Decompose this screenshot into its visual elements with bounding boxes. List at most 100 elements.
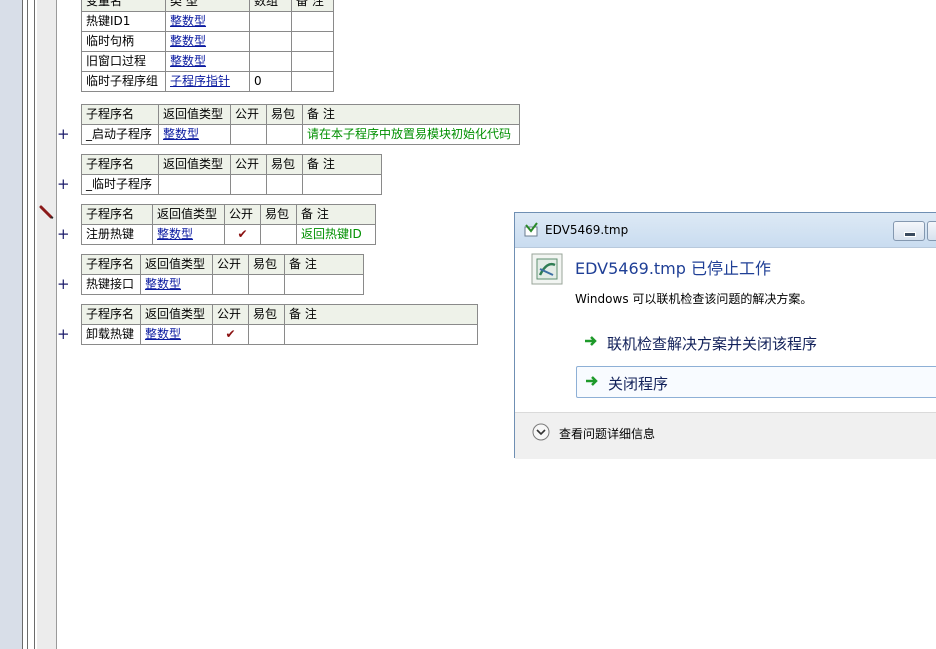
- table-row[interactable]: 临时子程序组 子程序指针 0: [81, 71, 334, 92]
- col-header: 子程序名: [81, 104, 159, 125]
- subroutine-table: 子程序名 返回值类型 公开 易包 备 注 卸载热键 整数型 ✔: [81, 304, 478, 345]
- col-header: 公开: [212, 304, 249, 325]
- sub-return-type[interactable]: 整数型: [158, 124, 231, 145]
- sub-epkg[interactable]: [266, 174, 303, 195]
- dialog-titlebar[interactable]: EDV5469.tmp: [515, 213, 936, 248]
- expand-button[interactable]: +: [57, 125, 70, 143]
- subroutine-table: 子程序名 返回值类型 公开 易包 备 注 热键接口 整数型: [81, 254, 364, 295]
- table-row[interactable]: 热键ID1 整数型: [81, 11, 334, 32]
- variable-table: 变量名 类 型 数组 备 注 热键ID1 整数型 临时句柄 整数型 旧窗口过程 …: [81, 0, 334, 92]
- col-header: 返回值类型: [158, 154, 231, 175]
- margin-line: [27, 0, 28, 649]
- sub-note[interactable]: [302, 174, 382, 195]
- expand-button[interactable]: +: [57, 175, 70, 193]
- col-header: 备 注: [284, 254, 364, 275]
- close-button[interactable]: [927, 221, 936, 241]
- sub-public[interactable]: ✔: [224, 224, 261, 245]
- col-header: 备 注: [291, 0, 334, 12]
- table-row[interactable]: _启动子程序 整数型 请在本子程序中放置易模块初始化代码: [81, 124, 520, 145]
- expand-button[interactable]: +: [57, 325, 70, 343]
- sub-epkg[interactable]: [266, 124, 303, 145]
- col-header: 子程序名: [81, 304, 141, 325]
- col-header: 变量名: [81, 0, 166, 12]
- table-row[interactable]: _临时子程序: [81, 174, 382, 195]
- sub-name[interactable]: 卸载热键: [81, 324, 141, 345]
- program-icon: [531, 253, 563, 285]
- col-header: 返回值类型: [158, 104, 231, 125]
- sub-public[interactable]: [230, 174, 267, 195]
- minimize-button[interactable]: [893, 221, 925, 241]
- sub-epkg[interactable]: [248, 274, 285, 295]
- col-header: 公开: [230, 104, 267, 125]
- col-header: 易包: [248, 254, 285, 275]
- col-header: 易包: [260, 204, 297, 225]
- col-header: 备 注: [284, 304, 478, 325]
- sub-return-type[interactable]: 整数型: [152, 224, 225, 245]
- sub-name[interactable]: 注册热键: [81, 224, 153, 245]
- sub-note[interactable]: 请在本子程序中放置易模块初始化代码: [302, 124, 520, 145]
- var-note[interactable]: [291, 31, 334, 52]
- green-arrow-icon: [586, 376, 598, 386]
- subroutine-table: 子程序名 返回值类型 公开 易包 备 注 _启动子程序 整数型 请在本子程序中放…: [81, 104, 520, 145]
- sub-return-type[interactable]: [158, 174, 231, 195]
- col-header: 备 注: [296, 204, 376, 225]
- col-header: 公开: [212, 254, 249, 275]
- left-margin: [0, 0, 22, 649]
- var-name[interactable]: 临时子程序组: [81, 71, 166, 92]
- sub-note[interactable]: [284, 274, 364, 295]
- check-online-option[interactable]: 联机检查解决方案并关闭该程序: [576, 327, 936, 359]
- sub-note[interactable]: 返回热键ID: [296, 224, 376, 245]
- expand-button[interactable]: +: [57, 275, 70, 293]
- var-type[interactable]: 整数型: [165, 51, 250, 72]
- col-header: 返回值类型: [140, 304, 213, 325]
- sub-public[interactable]: [212, 274, 249, 295]
- col-header: 公开: [224, 204, 261, 225]
- expand-button[interactable]: +: [57, 225, 70, 243]
- var-note[interactable]: [291, 51, 334, 72]
- var-type[interactable]: 整数型: [165, 11, 250, 32]
- table-row[interactable]: 临时句柄 整数型: [81, 31, 334, 52]
- sub-name[interactable]: 热键接口: [81, 274, 141, 295]
- sub-return-type[interactable]: 整数型: [140, 274, 213, 295]
- var-array[interactable]: [249, 51, 292, 72]
- dialog-message: Windows 可以联机检查该问题的解决方案。: [575, 292, 813, 306]
- col-header: 备 注: [302, 154, 382, 175]
- var-type[interactable]: 子程序指针: [165, 71, 250, 92]
- chevron-down-icon[interactable]: [532, 423, 550, 441]
- table-row[interactable]: 旧窗口过程 整数型: [81, 51, 334, 72]
- close-program-option[interactable]: 关闭程序: [576, 366, 936, 398]
- margin-line: [34, 0, 35, 649]
- var-name[interactable]: 热键ID1: [81, 11, 166, 32]
- dialog-footer: 查看问题详细信息: [515, 412, 936, 459]
- sub-note[interactable]: [284, 324, 478, 345]
- table-row[interactable]: 热键接口 整数型: [81, 274, 364, 295]
- error-dialog: EDV5469.tmp EDV5469.tmp 已停止工作 Windows 可以…: [514, 212, 936, 459]
- table-row[interactable]: 注册热键 整数型 ✔ 返回热键ID: [81, 224, 376, 245]
- dialog-heading: EDV5469.tmp 已停止工作: [575, 259, 772, 278]
- col-header: 返回值类型: [152, 204, 225, 225]
- var-name[interactable]: 旧窗口过程: [81, 51, 166, 72]
- option-label: 关闭程序: [608, 375, 669, 393]
- sub-return-type[interactable]: 整数型: [140, 324, 213, 345]
- sub-epkg[interactable]: [248, 324, 285, 345]
- var-note[interactable]: [291, 71, 334, 92]
- col-header: 易包: [266, 154, 303, 175]
- var-array[interactable]: [249, 11, 292, 32]
- var-type[interactable]: 整数型: [165, 31, 250, 52]
- col-header: 公开: [230, 154, 267, 175]
- sub-epkg[interactable]: [260, 224, 297, 245]
- var-array[interactable]: 0: [249, 71, 292, 92]
- table-row[interactable]: 卸载热键 整数型 ✔: [81, 324, 478, 345]
- sub-name[interactable]: _启动子程序: [81, 124, 159, 145]
- sub-public[interactable]: ✔: [212, 324, 249, 345]
- var-note[interactable]: [291, 11, 334, 32]
- subroutine-table: 子程序名 返回值类型 公开 易包 备 注 注册热键 整数型 ✔ 返回热键ID: [81, 204, 376, 245]
- margin-line: [22, 0, 23, 649]
- var-array[interactable]: [249, 31, 292, 52]
- details-link[interactable]: 查看问题详细信息: [559, 425, 655, 442]
- sub-name[interactable]: _临时子程序: [81, 174, 159, 195]
- col-header: 返回值类型: [140, 254, 213, 275]
- var-name[interactable]: 临时句柄: [81, 31, 166, 52]
- sub-public[interactable]: [230, 124, 267, 145]
- col-header: 子程序名: [81, 154, 159, 175]
